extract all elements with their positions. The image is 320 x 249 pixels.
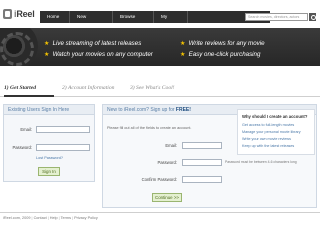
footer-separator: | [58, 216, 60, 220]
signin-email-label: Email: [20, 127, 32, 132]
feature-any-computer: ★ Watch your movies on any computer [44, 51, 153, 58]
logo-icon [3, 9, 12, 19]
footer-separator: | [47, 216, 49, 220]
search-input[interactable]: Search movies, directors, actors [245, 13, 308, 21]
star-icon: ★ [44, 40, 50, 47]
signup-email-field[interactable] [182, 142, 222, 149]
signin-panel: Existing Users Sign In Here Email: Passw… [3, 104, 95, 182]
star-icon: ★ [180, 40, 186, 47]
signin-email-field[interactable] [36, 126, 90, 133]
step-account-information: 2) Account Information [62, 85, 115, 91]
step-see-whats-cool: 3) See What's Cool! [130, 85, 175, 91]
why-item[interactable]: Write your own movie reviews [242, 137, 291, 141]
why-create-account-box: Why should I create an account? Get acce… [237, 109, 315, 155]
main-nav: Home New Releases Browse Movies My Libra… [40, 11, 270, 31]
continue-button[interactable]: Continue >> [152, 193, 182, 202]
site-header: iReel Home New Releases Browse Movies My… [0, 0, 320, 31]
password-hint: Password must be between 4-6 characters … [225, 160, 297, 164]
signin-heading: Existing Users Sign In Here [4, 105, 94, 115]
footer-separator: | [31, 216, 33, 220]
ireel-logo[interactable]: iReel [3, 8, 35, 20]
signup-panel: New to iReel.com? Sign up for FREE! Plea… [102, 104, 317, 208]
footer-divider [0, 212, 320, 213]
nav-my-library[interactable]: My Library [154, 11, 188, 31]
footer-terms-link[interactable]: Terms [61, 216, 71, 220]
signin-password-label: Password: [12, 145, 32, 150]
signin-password-field[interactable] [36, 144, 90, 151]
lost-password-link[interactable]: Lost Password? [36, 156, 63, 160]
star-icon: ★ [44, 51, 50, 58]
nav-home[interactable]: Home [40, 11, 70, 23]
footer-separator: | [72, 216, 74, 220]
signin-button[interactable]: Sign In [38, 167, 60, 176]
promo-banner: ★ Live streaming of latest releases ★ Watc… [0, 28, 320, 66]
feature-streaming: ★ Live streaming of latest releases [44, 40, 142, 47]
feature-reviews: ★ Write reviews for any movie [180, 40, 265, 47]
active-step-indicator [4, 95, 54, 97]
signup-intro: Please fill out all of the fields to cre… [107, 126, 192, 130]
star-icon: ★ [180, 51, 186, 58]
nav-new-releases[interactable]: New Releases [70, 11, 113, 31]
signup-password-field[interactable] [182, 159, 222, 166]
signup-confirm-password-field[interactable] [182, 176, 222, 183]
signup-confirm-label: Confirm Password: [141, 177, 177, 182]
footer-copyright: iReel.com, 2009 [3, 216, 31, 220]
feature-purchasing: ★ Easy one-click purchasing [180, 51, 261, 58]
why-item[interactable]: Manage your personal movie library [242, 130, 301, 134]
signup-email-label: Email: [165, 143, 177, 148]
signup-password-label: Password: [157, 160, 177, 165]
footer-contact-link[interactable]: Contact [34, 216, 47, 220]
why-item[interactable]: Get access to full-length movies [242, 123, 294, 127]
step-get-started: 1) Get Started [4, 85, 37, 91]
logo-text: iReel [14, 9, 35, 19]
signup-steps: 1) Get Started 2) Account Information 3)… [0, 82, 320, 97]
footer-help-link[interactable]: Help [50, 216, 58, 220]
site-footer: iReel.com, 2009 | Contact | Help | Terms… [3, 216, 98, 220]
film-reel-icon [0, 28, 38, 66]
search-icon[interactable] [309, 13, 316, 21]
why-title: Why should I create an account? [242, 114, 308, 119]
footer-privacy-link[interactable]: Privacy Policy [74, 216, 98, 220]
nav-browse-movies[interactable]: Browse Movies [113, 11, 154, 31]
why-item[interactable]: Keep up with the latest releases [242, 144, 294, 148]
